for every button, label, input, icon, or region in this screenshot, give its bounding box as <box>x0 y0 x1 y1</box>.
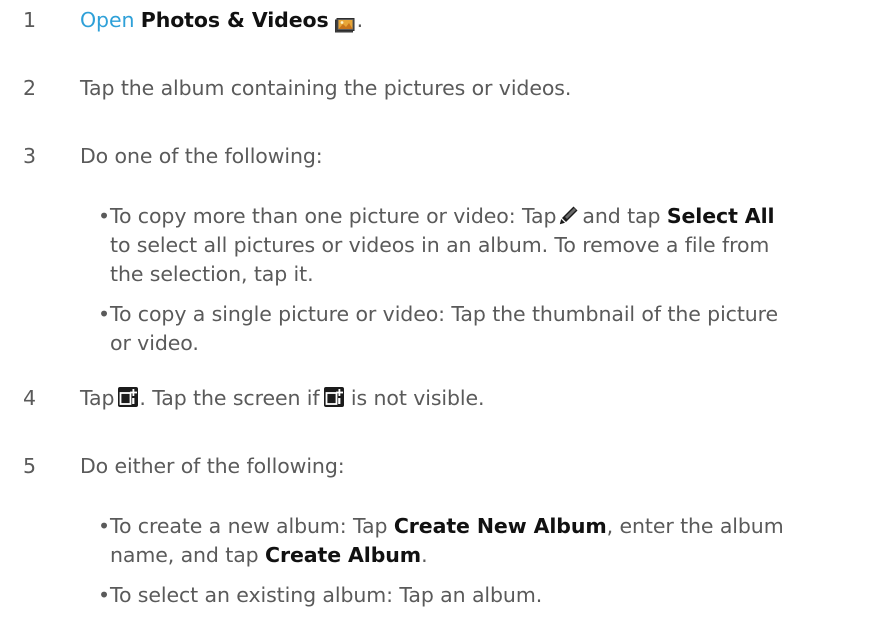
instruction-page: 1 Open Photos & Videos . 2 Tap the album… <box>0 0 871 631</box>
step-number: 5 <box>23 454 36 478</box>
list-item: • To copy more than one picture or video… <box>98 202 855 289</box>
step-number: 3 <box>23 144 36 168</box>
bullet-line: To select an existing album: Tap an albu… <box>110 583 543 607</box>
list-item: • To create a new album: Tap Create New … <box>98 512 855 570</box>
step-number: 4 <box>23 386 36 410</box>
app-name: Photos & Videos <box>140 8 329 32</box>
step-text: Do one of the following: <box>80 144 323 168</box>
period: . <box>356 8 364 32</box>
step-number: 2 <box>23 76 36 100</box>
step-text-part: is not visible. <box>350 386 485 410</box>
step-text-part: . Tap the screen if <box>139 386 320 410</box>
list-item: • To copy a single picture or video: Tap… <box>98 300 855 358</box>
select-all-label: Select All <box>666 204 775 228</box>
bullet-text: . <box>421 543 428 567</box>
bullet-line: the selection, tap it. <box>110 262 314 286</box>
bullet-text: To create a new album: Tap <box>110 514 388 538</box>
bullet: • <box>98 302 110 326</box>
bullet-line: To create a new album: Tap Create New Al… <box>110 512 855 541</box>
bullet-line: or video. <box>110 331 199 355</box>
bullet-line: To copy a single picture or video: Tap t… <box>110 302 779 326</box>
create-new-album-label: Create New Album <box>393 514 607 538</box>
step-text-part: Tap <box>80 386 115 410</box>
open-link[interactable]: Open <box>80 8 134 32</box>
copy-to-album-icon <box>323 386 344 407</box>
step-text: Open Photos & Videos . <box>80 6 363 34</box>
bullet: • <box>98 514 110 538</box>
list-item: • To select an existing album: Tap an al… <box>98 581 855 610</box>
pencil-icon <box>559 204 579 225</box>
create-album-label: Create Album <box>265 543 422 567</box>
step-text: Tap the album containing the pictures or… <box>80 76 572 100</box>
bullet-text: name, and tap <box>110 543 259 567</box>
bullet: • <box>98 204 110 228</box>
bullet-line: To copy more than one picture or video: … <box>110 202 855 231</box>
copy-to-album-icon <box>118 386 139 407</box>
step-text: Tap . Tap the screen if is not visible. <box>80 384 485 412</box>
step-number: 1 <box>23 8 36 32</box>
photos-videos-icon <box>334 12 355 32</box>
bullet-text: and tap <box>582 204 661 228</box>
step-text: Do either of the following: <box>80 454 345 478</box>
bullet: • <box>98 583 110 607</box>
bullet-text: To copy more than one picture or video: … <box>110 204 557 228</box>
bullet-line: to select all pictures or videos in an a… <box>110 233 770 257</box>
bullet-line: name, and tap Create Album. <box>110 541 855 570</box>
bullet-text: , enter the album <box>606 514 784 538</box>
